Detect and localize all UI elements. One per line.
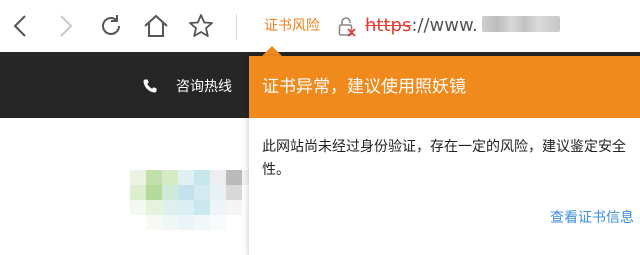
browser-window: 证书风险 https://www. 咨询热线 证书异常，建议使用照妖镜 此网站尚…: [0, 0, 640, 255]
refresh-button[interactable]: [93, 8, 129, 44]
browser-toolbar: 证书风险 https://www.: [0, 0, 640, 52]
url-redacted: [481, 16, 560, 32]
popup-message: 此网站尚未经过身份验证，存在一定的风险，建议鉴定安全性。: [262, 139, 626, 178]
broken-lock-icon[interactable]: [337, 16, 357, 38]
cert-warning-label[interactable]: 证书风险: [264, 16, 320, 36]
popup-arrow: [262, 46, 282, 56]
forward-button[interactable]: [48, 8, 84, 44]
toolbar-divider: [236, 14, 237, 40]
blurred-content: [130, 170, 258, 230]
url-scheme: https: [365, 15, 412, 36]
back-arrow-icon: [13, 15, 26, 37]
url-text: ://www.: [411, 15, 478, 36]
view-certificate-link[interactable]: 查看证书信息: [550, 207, 634, 227]
star-icon: [189, 14, 213, 37]
home-button[interactable]: [138, 8, 174, 44]
address-bar[interactable]: https://www.: [365, 12, 635, 40]
hotline: 咨询热线: [142, 76, 232, 96]
favorite-button[interactable]: [183, 8, 219, 44]
hotline-label: 咨询热线: [176, 79, 232, 95]
refresh-icon: [102, 15, 120, 35]
back-button[interactable]: [2, 8, 38, 44]
popup-title: 证书异常，建议使用照妖镜: [249, 56, 640, 118]
home-icon: [144, 14, 168, 37]
cert-warning-popup: 证书异常，建议使用照妖镜 此网站尚未经过身份验证，存在一定的风险，建议鉴定安全性…: [249, 56, 640, 255]
forward-arrow-icon: [60, 15, 73, 37]
phone-icon: [143, 79, 157, 93]
